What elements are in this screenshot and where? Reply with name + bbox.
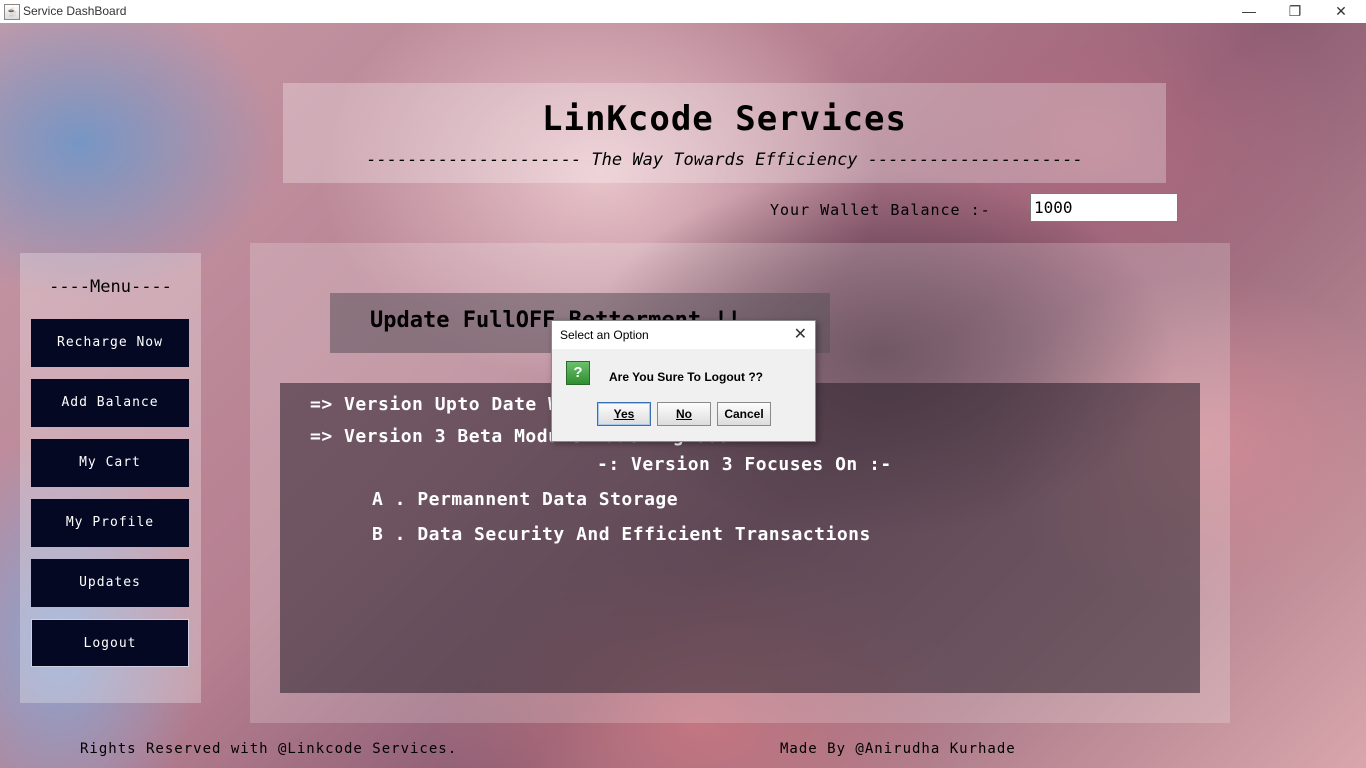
- my-cart-button[interactable]: My Cart: [31, 439, 189, 487]
- dialog-message: Are You Sure To Logout ??: [609, 370, 763, 384]
- recharge-now-button[interactable]: Recharge Now: [31, 319, 189, 367]
- dialog-titlebar: Select an Option ✕: [552, 321, 815, 349]
- dialog-yes-label: Yes: [613, 407, 635, 421]
- footer-author: Made By @Anirudha Kurhade: [780, 741, 1016, 757]
- content-line-focus-b: B . Data Security And Efficient Transact…: [372, 524, 871, 545]
- app-title: LinKcode Services: [542, 99, 907, 139]
- logout-confirm-dialog: Select an Option ✕ ? Are You Sure To Log…: [551, 320, 816, 442]
- dialog-close-icon[interactable]: ✕: [794, 324, 807, 344]
- java-app-icon: ☕: [4, 4, 20, 20]
- dialog-cancel-button[interactable]: Cancel: [717, 402, 771, 426]
- header-panel: LinKcode Services --------------------- …: [283, 83, 1166, 183]
- menu-title: ----Menu----: [49, 277, 172, 297]
- wallet-balance-field[interactable]: [1030, 193, 1178, 222]
- menu-panel: ----Menu---- Recharge Now Add Balance My…: [20, 253, 201, 703]
- window-title: Service DashBoard: [23, 4, 127, 18]
- restore-button[interactable]: ❐: [1272, 0, 1318, 23]
- dialog-yes-button[interactable]: Yes: [597, 402, 651, 426]
- my-profile-button[interactable]: My Profile: [31, 499, 189, 547]
- dialog-no-button[interactable]: No: [657, 402, 711, 426]
- content-line-focus-heading: -: Version 3 Focuses On :-: [597, 454, 892, 475]
- app-tagline: --------------------- The Way Towards Ef…: [366, 150, 1083, 170]
- dialog-no-label: No: [676, 407, 692, 421]
- logout-button[interactable]: Logout: [31, 619, 189, 667]
- wallet-balance-label: Your Wallet Balance :-: [770, 201, 991, 219]
- minimize-button[interactable]: —: [1226, 0, 1272, 23]
- close-window-button[interactable]: ✕: [1318, 0, 1364, 23]
- window-titlebar: ☕ Service DashBoard — ❐ ✕: [0, 0, 1366, 24]
- question-icon: ?: [566, 361, 590, 385]
- updates-button[interactable]: Updates: [31, 559, 189, 607]
- dialog-title: Select an Option: [560, 328, 649, 342]
- content-line-focus-a: A . Permannent Data Storage: [372, 489, 679, 510]
- footer-rights: Rights Reserved with @Linkcode Services.: [80, 741, 458, 757]
- add-balance-button[interactable]: Add Balance: [31, 379, 189, 427]
- dialog-cancel-label: Cancel: [724, 407, 764, 421]
